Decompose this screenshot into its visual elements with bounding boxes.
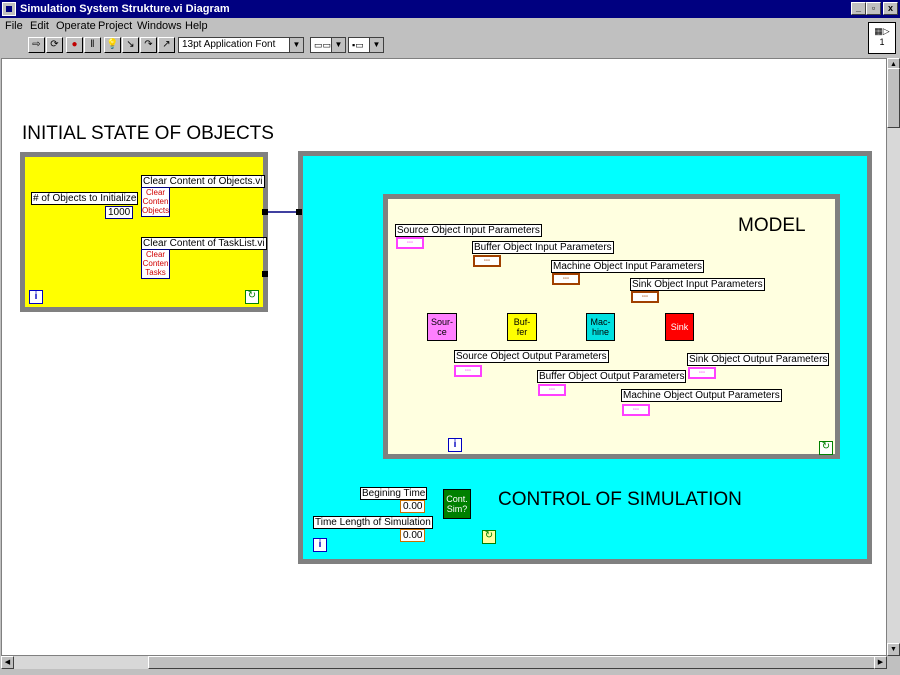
- toolbar: ⇨ ⟳ ● ‖ 💡 ↘ ↷ ↗ 13pt Application Font ▼ …: [0, 22, 900, 57]
- chevron-down-icon[interactable]: ▼: [331, 38, 345, 52]
- abort-icon[interactable]: ●: [66, 37, 83, 53]
- font-selector[interactable]: 13pt Application Font ▼: [178, 37, 304, 53]
- run-arrow-icon[interactable]: ⇨: [28, 37, 45, 53]
- scroll-down-icon[interactable]: ▼: [887, 643, 900, 656]
- continue-simulation-node[interactable]: Cont. Sim?: [443, 489, 471, 519]
- sink-output-cluster[interactable]: ▫▫▫: [688, 367, 716, 379]
- chevron-down-icon[interactable]: ▼: [289, 38, 303, 52]
- subvi-text: Conten: [142, 197, 169, 206]
- run-continuously-icon[interactable]: ⟳: [46, 37, 63, 53]
- loop-tunnel: [296, 209, 302, 215]
- source-input-label: Source Object Input Parameters: [395, 224, 542, 237]
- begin-time-control[interactable]: 0.00: [400, 500, 426, 513]
- vi-icon: ▦▷: [874, 26, 890, 36]
- loop-condition-icon[interactable]: ↻: [245, 290, 259, 304]
- menu-help[interactable]: Help: [185, 20, 208, 32]
- control-iteration-terminal-icon[interactable]: i: [313, 538, 327, 552]
- node-text: hine: [591, 327, 609, 337]
- source-output-label: Source Object Output Parameters: [454, 350, 609, 363]
- clear-tasks-subvi[interactable]: Clear Conten Tasks: [141, 249, 170, 279]
- sink-node[interactable]: Sink: [665, 313, 694, 341]
- time-length-control[interactable]: 0.00: [400, 529, 426, 542]
- subvi-text: Objects: [142, 206, 170, 215]
- node-text: fer: [516, 327, 528, 337]
- control-loop-condition-icon[interactable]: ↻: [482, 530, 496, 544]
- node-text: ce: [437, 327, 447, 337]
- step-out-icon[interactable]: ↗: [158, 37, 175, 53]
- buffer-output-label: Buffer Object Output Parameters: [537, 370, 687, 383]
- subvi-text: Clear: [145, 250, 166, 259]
- highlight-execution-icon[interactable]: 💡: [104, 37, 121, 53]
- align-icon: ▭▭: [314, 40, 332, 50]
- buffer-output-cluster[interactable]: ▫▫▫: [538, 384, 566, 396]
- close-button[interactable]: x: [883, 2, 898, 15]
- source-node[interactable]: Sour-ce: [427, 313, 457, 341]
- window-title: Simulation System Strukture.vi Diagram: [20, 3, 230, 15]
- distribute-icon: ▪▭: [352, 40, 364, 50]
- app-icon[interactable]: [2, 2, 16, 16]
- buffer-node[interactable]: Buf-fer: [507, 313, 537, 341]
- node-text: Sour-: [430, 317, 453, 327]
- shift-register-tunnel: [262, 209, 268, 215]
- source-output-cluster[interactable]: ▫▫▫: [454, 365, 482, 377]
- scroll-right-icon[interactable]: ▶: [874, 656, 887, 669]
- time-length-label: Time Length of Simulation: [313, 516, 433, 529]
- menu-project[interactable]: Project: [98, 20, 132, 32]
- chevron-down-icon[interactable]: ▼: [369, 38, 383, 52]
- sink-output-label: Sink Object Output Parameters: [687, 353, 830, 366]
- menu-bar: File Edit Operate Project Windows Help: [0, 18, 900, 35]
- machine-input-label: Machine Object Input Parameters: [551, 260, 704, 273]
- objects-count-label: # of Objects to Initialize: [31, 192, 139, 205]
- menu-file[interactable]: File: [5, 20, 23, 32]
- subvi-text: Clear: [145, 188, 166, 197]
- title-bar: Simulation System Strukture.vi Diagram _…: [0, 0, 900, 18]
- machine-input-cluster[interactable]: ▫▫▫: [552, 273, 580, 285]
- block-diagram-canvas[interactable]: INITIAL STATE OF OBJECTS # of Objects to…: [1, 58, 887, 656]
- connector-pane-icon[interactable]: ▦▷ 1: [868, 22, 896, 54]
- menu-edit[interactable]: Edit: [30, 20, 49, 32]
- model-loop-condition-icon[interactable]: ↻: [819, 441, 833, 455]
- step-into-icon[interactable]: ↘: [122, 37, 139, 53]
- shift-register-tunnel: [262, 271, 268, 277]
- buffer-input-label: Buffer Object Input Parameters: [472, 241, 614, 254]
- begin-time-label: Begining Time: [360, 487, 428, 500]
- model-iteration-terminal-icon[interactable]: i: [448, 438, 462, 452]
- subvi-text: Tasks: [145, 268, 166, 277]
- node-text: Mac-: [590, 317, 611, 327]
- control-heading: CONTROL OF SIMULATION: [498, 489, 742, 510]
- machine-output-label: Machine Object Output Parameters: [621, 389, 782, 402]
- step-over-icon[interactable]: ↷: [140, 37, 157, 53]
- subvi-text: Conten: [142, 259, 169, 268]
- maximize-button[interactable]: ▫: [866, 2, 881, 15]
- menu-windows[interactable]: Windows: [137, 20, 182, 32]
- scroll-left-icon[interactable]: ◀: [1, 656, 14, 669]
- initial-state-heading: INITIAL STATE OF OBJECTS: [22, 123, 274, 144]
- iteration-terminal-icon[interactable]: i: [29, 290, 43, 304]
- vertical-scrollbar[interactable]: ▲ ▼: [887, 58, 900, 656]
- node-text: Cont.: [446, 494, 468, 504]
- minimize-button[interactable]: _: [851, 2, 866, 15]
- menu-operate[interactable]: Operate: [56, 20, 96, 32]
- align-selector[interactable]: ▭▭ ▼: [310, 37, 346, 53]
- pause-icon[interactable]: ‖: [84, 37, 101, 53]
- clear-objects-subvi[interactable]: Clear Conten Objects: [141, 187, 170, 217]
- font-selector-value: 13pt Application Font: [182, 39, 276, 50]
- distribute-selector[interactable]: ▪▭ ▼: [348, 37, 384, 53]
- sink-input-cluster[interactable]: ▫▫▫: [631, 291, 659, 303]
- node-text: Buf-: [513, 317, 531, 327]
- machine-node[interactable]: Mac-hine: [586, 313, 615, 341]
- node-text: Sim?: [446, 504, 468, 514]
- vertical-scroll-thumb[interactable]: [887, 68, 900, 128]
- sink-input-label: Sink Object Input Parameters: [630, 278, 765, 291]
- connector-pane-number: 1: [879, 37, 885, 47]
- horizontal-scroll-thumb[interactable]: [148, 656, 876, 669]
- buffer-input-cluster[interactable]: ▫▫▫: [473, 255, 501, 267]
- source-input-cluster[interactable]: ▫▫▫: [396, 237, 424, 249]
- model-heading: MODEL: [738, 215, 806, 236]
- machine-output-cluster[interactable]: ▫▫▫: [622, 404, 650, 416]
- horizontal-scrollbar[interactable]: ◀ ▶: [1, 656, 887, 669]
- objects-count-constant[interactable]: 1000: [105, 206, 134, 219]
